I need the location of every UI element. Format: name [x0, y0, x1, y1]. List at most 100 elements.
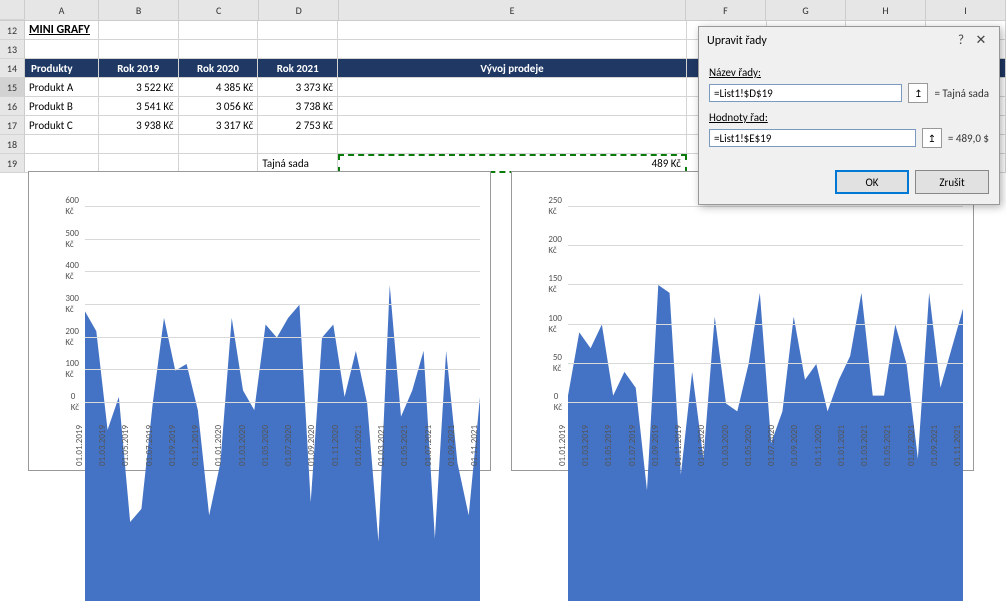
- cell[interactable]: [99, 135, 179, 154]
- row-header[interactable]: 14: [0, 59, 25, 78]
- cell[interactable]: [99, 40, 179, 59]
- cell[interactable]: 3 317 Kč: [179, 116, 259, 135]
- cell[interactable]: [258, 135, 338, 154]
- x-tick: 01.09.2019: [167, 425, 178, 466]
- x-tick: 01.01.2019: [74, 425, 85, 466]
- cell[interactable]: [99, 21, 179, 40]
- series-name-input[interactable]: =List1!$D$19: [709, 84, 902, 102]
- x-tick: 01.09.2021: [929, 425, 940, 466]
- cell[interactable]: [179, 40, 259, 59]
- y-tick: 150 Kč: [548, 273, 562, 295]
- cell[interactable]: [179, 21, 259, 40]
- chart-left[interactable]: 0 Kč100 Kč200 Kč300 Kč400 Kč500 Kč600 Kč…: [28, 171, 491, 471]
- y-tick: 200 Kč: [65, 326, 79, 348]
- dialog-title: Upravit řady: [707, 34, 767, 48]
- series-values-input[interactable]: =List1!$E$19: [709, 129, 916, 147]
- cell[interactable]: 3 373 Kč: [258, 78, 338, 97]
- cell[interactable]: [25, 135, 99, 154]
- col-header-F[interactable]: F: [686, 0, 766, 20]
- col-header-I[interactable]: I: [926, 0, 1006, 20]
- cell[interactable]: 3 541 Kč: [99, 97, 179, 116]
- range-picker-icon[interactable]: ↥: [908, 83, 928, 103]
- close-icon[interactable]: ✕: [971, 33, 991, 48]
- cell[interactable]: [179, 135, 259, 154]
- x-tick: 01.01.2021: [353, 425, 364, 466]
- x-tick: 01.09.2020: [789, 425, 800, 466]
- cell[interactable]: [338, 21, 687, 40]
- col-header-E[interactable]: E: [339, 0, 686, 20]
- col-header-G[interactable]: G: [766, 0, 846, 20]
- col-header-H[interactable]: H: [846, 0, 926, 20]
- x-axis-labels: 01.01.201901.03.201901.05.201901.07.2019…: [85, 404, 480, 466]
- x-tick: 01.05.2020: [743, 425, 754, 466]
- cell[interactable]: Produkt B: [25, 97, 99, 116]
- y-tick: 250 Kč: [548, 195, 562, 217]
- cell[interactable]: [258, 40, 338, 59]
- edit-series-dialog: Upravit řady ? ✕ Název řady: =List1!$D$1…: [698, 26, 1000, 205]
- cell[interactable]: Produkt C: [25, 116, 99, 135]
- select-all-corner[interactable]: [0, 0, 25, 20]
- x-tick: 01.05.2021: [399, 425, 410, 466]
- col-header-A[interactable]: A: [25, 0, 99, 20]
- x-tick: 01.09.2020: [306, 425, 317, 466]
- x-tick: 01.03.2019: [97, 425, 108, 466]
- ok-button[interactable]: OK: [835, 170, 909, 194]
- row-header[interactable]: 15: [0, 78, 25, 97]
- row-header[interactable]: 12: [0, 21, 25, 40]
- row-header[interactable]: 16: [0, 97, 25, 116]
- y-tick: 400 Kč: [65, 260, 79, 282]
- row-header[interactable]: 19: [0, 154, 25, 173]
- table-header[interactable]: Rok 2020: [179, 59, 259, 78]
- y-tick: 600 Kč: [65, 195, 79, 217]
- x-tick: 01.09.2021: [446, 425, 457, 466]
- y-tick: 0 Kč: [554, 391, 562, 413]
- x-tick: 01.03.2021: [859, 425, 870, 466]
- cell[interactable]: 3 522 Kč: [99, 78, 179, 97]
- row-header[interactable]: 18: [0, 135, 25, 154]
- col-header-B[interactable]: B: [99, 0, 179, 20]
- cell[interactable]: 3 056 Kč: [179, 97, 259, 116]
- x-tick: 01.03.2021: [376, 425, 387, 466]
- table-header[interactable]: Vývoj prodeje: [338, 59, 687, 78]
- cell[interactable]: [338, 135, 687, 154]
- cell[interactable]: MINI GRAFY: [25, 21, 99, 40]
- x-tick: 01.01.2020: [696, 425, 707, 466]
- series-name-result: = Tajná sada: [934, 87, 989, 100]
- y-tick: 100 Kč: [548, 313, 562, 335]
- x-tick: 01.11.2020: [330, 425, 341, 466]
- help-icon[interactable]: ?: [951, 33, 971, 48]
- y-tick: 0 Kč: [71, 391, 79, 413]
- chart-right[interactable]: Produkt C 0 Kč50 Kč100 Kč150 Kč200 Kč250…: [511, 171, 974, 471]
- cell[interactable]: [338, 116, 687, 135]
- x-tick: 01.07.2020: [283, 425, 294, 466]
- cell[interactable]: [338, 97, 687, 116]
- series-name-label: Název řady:: [709, 66, 989, 79]
- x-tick: 01.03.2020: [237, 425, 248, 466]
- table-header[interactable]: Rok 2021: [258, 59, 338, 78]
- x-tick: 01.11.2019: [190, 425, 201, 466]
- col-header-D[interactable]: D: [259, 0, 339, 20]
- col-header-C[interactable]: C: [179, 0, 259, 20]
- cell[interactable]: Produkt A: [25, 78, 99, 97]
- cell[interactable]: 3 738 Kč: [258, 97, 338, 116]
- cell[interactable]: 4 385 Kč: [179, 78, 259, 97]
- x-tick: 01.11.2020: [813, 425, 824, 466]
- range-picker-icon[interactable]: ↥: [922, 128, 942, 148]
- cell[interactable]: 2 753 Kč: [258, 116, 338, 135]
- row-header[interactable]: 17: [0, 116, 25, 135]
- x-tick: 01.05.2019: [603, 425, 614, 466]
- x-tick: 01.11.2021: [469, 425, 480, 466]
- y-tick: 300 Kč: [65, 293, 79, 315]
- x-tick: 01.01.2020: [213, 425, 224, 466]
- y-tick: 50 Kč: [553, 352, 562, 374]
- cell[interactable]: [258, 21, 338, 40]
- cancel-button[interactable]: Zrušit: [915, 170, 989, 194]
- table-header[interactable]: Produkty: [25, 59, 99, 78]
- row-header[interactable]: 13: [0, 40, 25, 59]
- cell[interactable]: [338, 78, 687, 97]
- cell[interactable]: [25, 40, 99, 59]
- cell[interactable]: 3 938 Kč: [99, 116, 179, 135]
- y-tick: 200 Kč: [548, 234, 562, 256]
- table-header[interactable]: Rok 2019: [99, 59, 179, 78]
- cell[interactable]: [338, 40, 687, 59]
